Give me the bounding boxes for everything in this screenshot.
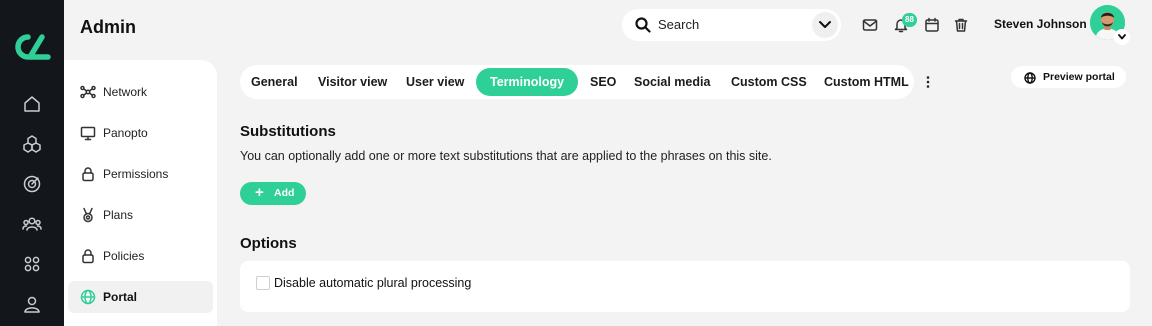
- trash-icon[interactable]: [953, 17, 969, 33]
- preview-portal-label: Preview portal: [1043, 71, 1115, 83]
- sidebar-item-label: Permissions: [103, 167, 169, 181]
- sidebar-item-panopto[interactable]: Panopto: [68, 117, 213, 149]
- monitor-icon: [80, 125, 96, 141]
- mail-icon[interactable]: [862, 17, 878, 33]
- app-rail: [0, 0, 64, 326]
- sidebar-item-label: Policies: [103, 249, 145, 263]
- sidebar-item-network[interactable]: Network: [68, 76, 213, 108]
- sidebar-item-policies[interactable]: Policies: [68, 240, 213, 272]
- page-title: Admin: [80, 17, 136, 37]
- calendar-icon[interactable]: [924, 17, 940, 33]
- tab-seo[interactable]: SEO: [590, 68, 616, 96]
- options-heading: Options: [240, 235, 297, 252]
- plural-processing-label[interactable]: Disable automatic plural processing: [274, 276, 471, 290]
- tab-general[interactable]: General: [251, 68, 298, 96]
- apps-grid-icon[interactable]: [22, 254, 42, 274]
- user-icon[interactable]: [22, 294, 42, 314]
- sidebar-item-label: Panopto: [103, 126, 148, 140]
- add-substitution-button[interactable]: + Add: [240, 182, 306, 205]
- sidebar-item-permissions[interactable]: Permissions: [68, 158, 213, 190]
- plural-processing-checkbox[interactable]: [256, 276, 270, 290]
- tab-custom-html[interactable]: Custom HTML: [824, 68, 909, 96]
- home-icon[interactable]: [22, 94, 42, 114]
- chevron-down-icon: [819, 21, 831, 28]
- search-bar[interactable]: Search: [622, 9, 841, 41]
- substitutions-description: You can optionally add one or more text …: [240, 149, 772, 163]
- tab-user-view[interactable]: User view: [406, 68, 464, 96]
- globe-icon: [1024, 71, 1036, 84]
- lock-icon: [80, 166, 96, 182]
- sidebar-item-label: Plans: [103, 208, 134, 222]
- globe-icon: [80, 289, 96, 305]
- sidebar-item-plans[interactable]: Plans: [68, 199, 213, 231]
- sidebar-item-portal[interactable]: Portal: [68, 281, 213, 313]
- preview-portal-button[interactable]: Preview portal: [1011, 66, 1126, 88]
- settings-tabs: General Visitor view User view Terminolo…: [240, 65, 914, 99]
- sidebar-item-label: Network: [103, 85, 148, 99]
- plus-icon: +: [255, 184, 264, 201]
- sidebar-item-label: Portal: [103, 290, 138, 304]
- network-icon: [80, 84, 96, 100]
- medal-icon: [80, 207, 96, 223]
- tab-visitor-view[interactable]: Visitor view: [318, 68, 387, 96]
- lock-icon: [80, 248, 96, 264]
- tab-terminology[interactable]: Terminology: [476, 68, 579, 96]
- substitutions-heading: Substitutions: [240, 123, 336, 140]
- search-icon: [635, 17, 651, 33]
- options-card: Disable automatic plural processing: [240, 261, 1130, 312]
- tab-social-media[interactable]: Social media: [634, 68, 710, 96]
- chevron-down-icon[interactable]: [1114, 29, 1130, 45]
- user-name[interactable]: Steven Johnson: [994, 17, 1087, 31]
- add-label: Add: [274, 187, 295, 199]
- search-input[interactable]: Search: [658, 17, 699, 32]
- more-vertical-icon[interactable]: [920, 74, 936, 90]
- users-icon[interactable]: [22, 214, 42, 234]
- target-icon[interactable]: [22, 174, 42, 194]
- cubes-icon[interactable]: [22, 134, 42, 154]
- settings-sidebar: Network Panopto Permissions Plans Polici…: [64, 60, 217, 326]
- notification-badge: 88: [902, 13, 917, 27]
- tab-custom-css[interactable]: Custom CSS: [731, 68, 807, 96]
- search-scope-dropdown[interactable]: [812, 12, 838, 38]
- app-logo[interactable]: [12, 33, 52, 61]
